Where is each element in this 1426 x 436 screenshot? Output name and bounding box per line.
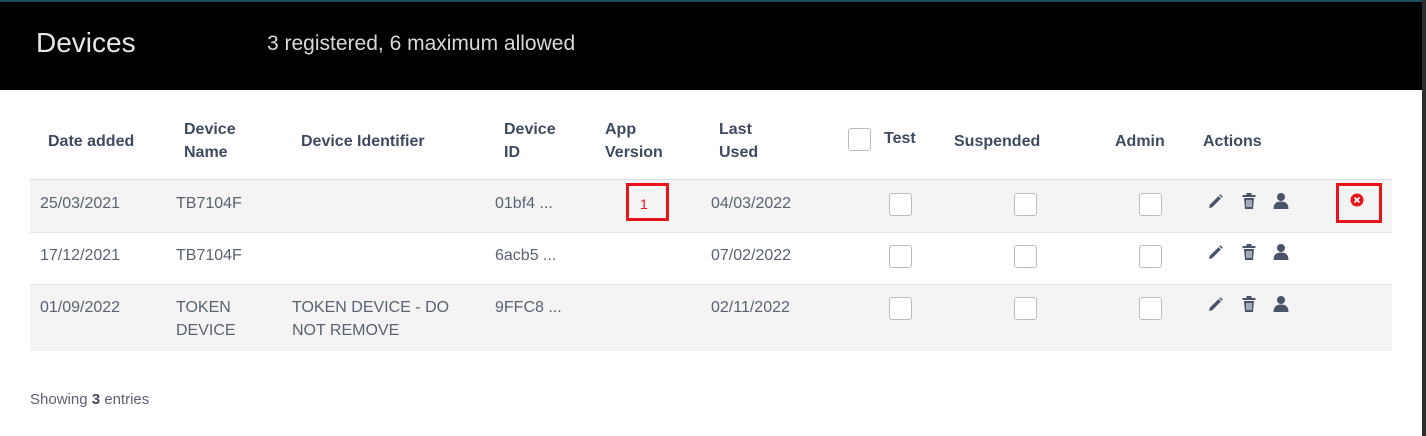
cell-last-used: 07/02/2022 xyxy=(711,247,792,264)
col-device-id-line1: Device xyxy=(504,121,556,138)
col-device-id-line2: ID xyxy=(504,144,520,161)
col-actions: Actions xyxy=(1203,133,1262,150)
header-bar xyxy=(0,0,1422,90)
pencil-icon[interactable] xyxy=(1206,296,1224,314)
cell-date-added: 17/12/2021 xyxy=(40,247,121,264)
cell-last-used: 04/03/2022 xyxy=(711,195,792,212)
test-checkbox[interactable] xyxy=(889,193,912,216)
admin-checkbox[interactable] xyxy=(1139,193,1162,216)
entries-count: 3 xyxy=(91,391,101,408)
page-title: Devices xyxy=(36,27,136,58)
entries-summary: Showing 3 entries xyxy=(30,391,149,408)
cell-device-identifier-line1: TOKEN DEVICE - DO xyxy=(292,299,450,316)
pencil-icon[interactable] xyxy=(1206,244,1224,262)
col-suspended[interactable]: Suspended xyxy=(954,130,1040,153)
admin-checkbox[interactable] xyxy=(1139,245,1162,268)
col-last-used[interactable]: Last Used xyxy=(719,118,758,164)
col-app-version[interactable]: App Version xyxy=(605,118,663,164)
pencil-icon[interactable] xyxy=(1206,193,1224,211)
cell-date-added: 25/03/2021 xyxy=(40,195,121,212)
col-device-identifier[interactable]: Device Identifier xyxy=(301,130,425,153)
cell-device-name: TB7104F xyxy=(176,244,242,267)
entries-prefix: Showing xyxy=(30,391,88,408)
col-last-used-line1: Last xyxy=(719,121,752,138)
cell-device-name-line2: DEVICE xyxy=(176,322,236,339)
test-checkbox[interactable] xyxy=(889,297,912,320)
select-all-test-checkbox[interactable] xyxy=(848,128,871,151)
col-last-used-line2: Used xyxy=(719,144,759,161)
col-admin[interactable]: Admin xyxy=(1115,130,1165,153)
cell-device-id: 6acb5 ... xyxy=(495,247,557,264)
entries-suffix: entries xyxy=(104,391,150,408)
cell-device-name: TB7104F xyxy=(176,192,242,215)
cell-device-identifier: TOKEN DEVICE - DO NOT REMOVE xyxy=(292,296,449,342)
admin-checkbox[interactable] xyxy=(1139,297,1162,320)
suspended-checkbox[interactable] xyxy=(1014,297,1037,320)
trash-icon[interactable] xyxy=(1240,192,1258,210)
cell-device-id: 9FFC8 ... xyxy=(495,299,562,316)
window-edge xyxy=(1422,0,1426,436)
trash-icon[interactable] xyxy=(1240,243,1258,261)
trash-icon[interactable] xyxy=(1240,295,1258,313)
col-app-version-line2: Version xyxy=(605,144,663,161)
highlight-box-app-version xyxy=(626,183,669,221)
cell-last-used: 02/11/2022 xyxy=(711,299,790,316)
suspended-checkbox[interactable] xyxy=(1014,193,1037,216)
cell-device-name-line1: TB7104F xyxy=(176,195,242,212)
highlight-box-remove xyxy=(1336,183,1382,223)
col-date-added[interactable]: Date added xyxy=(48,130,134,153)
col-device-name[interactable]: Device Name xyxy=(184,118,236,164)
suspended-checkbox[interactable] xyxy=(1014,245,1037,268)
test-checkbox[interactable] xyxy=(889,245,912,268)
cell-device-name: TOKEN DEVICE xyxy=(176,296,236,342)
cell-date-added: 01/09/2022 xyxy=(40,299,121,316)
cell-device-name-line1: TOKEN xyxy=(176,299,231,316)
cell-device-id: 01bf4 ... xyxy=(495,195,553,212)
col-device-name-line1: Device xyxy=(184,121,236,138)
col-device-id[interactable]: Device ID xyxy=(504,118,556,164)
col-device-name-line2: Name xyxy=(184,144,228,161)
cell-device-identifier-line2: NOT REMOVE xyxy=(292,322,400,339)
user-icon[interactable] xyxy=(1272,192,1290,210)
col-test[interactable]: Test xyxy=(884,127,916,150)
col-app-version-line1: App xyxy=(605,121,637,138)
header-top-line xyxy=(0,0,1422,2)
device-count-summary: 3 registered, 6 maximum allowed xyxy=(267,32,576,55)
user-icon[interactable] xyxy=(1272,295,1290,313)
user-icon[interactable] xyxy=(1272,243,1290,261)
cell-device-name-line1: TB7104F xyxy=(176,247,242,264)
